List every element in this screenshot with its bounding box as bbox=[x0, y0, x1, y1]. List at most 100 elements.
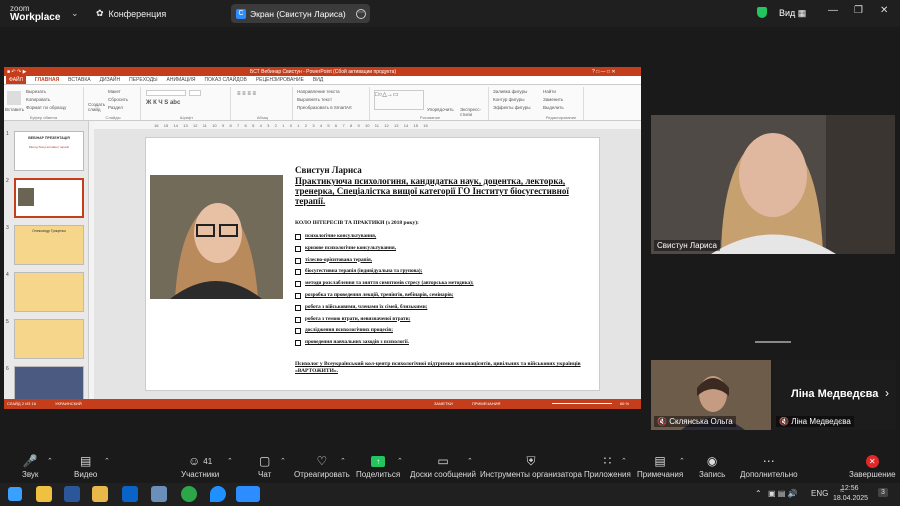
arrange-button[interactable]: Упорядочить bbox=[427, 107, 454, 112]
slide-footer-text: Психолог у Всеукраїнський кол-центр псих… bbox=[295, 361, 581, 374]
paragraph-buttons[interactable]: ≡ ≡ ≡ ≡ bbox=[237, 91, 256, 97]
more-button[interactable]: ⋯ Дополнительно bbox=[740, 452, 798, 479]
view-menu[interactable]: Вид ▦ bbox=[779, 8, 806, 19]
find-button[interactable]: Найти bbox=[543, 89, 556, 94]
shape-outline-button[interactable]: Контур фигуры bbox=[493, 97, 524, 102]
screen-share-indicator[interactable]: C Экран (Свистун Лариса) ⋯ bbox=[231, 4, 370, 23]
chat-button[interactable]: ▢ Чат bbox=[258, 452, 271, 479]
video-caret-icon[interactable]: ⌃ bbox=[104, 457, 110, 465]
zoom-app-icon[interactable] bbox=[236, 486, 260, 502]
text-direction-button[interactable]: Направление текста bbox=[297, 89, 340, 94]
format-painter-button[interactable]: Формат по образцу bbox=[26, 105, 66, 110]
video-button[interactable]: ▤ Видео bbox=[74, 452, 97, 479]
select-button[interactable]: Выделить bbox=[543, 105, 564, 110]
clock-time[interactable]: 12:56 bbox=[841, 485, 859, 492]
slide-thumbnail-2[interactable] bbox=[14, 178, 84, 218]
zoom-slider[interactable] bbox=[552, 403, 612, 404]
audio-button[interactable]: 🎤 Звук bbox=[22, 452, 38, 479]
ppt-menu-file[interactable]: ФАЙЛ bbox=[6, 76, 26, 84]
font-format-buttons[interactable]: Ж К Ч S abc bbox=[146, 100, 180, 106]
participant-video-3[interactable]: Ліна Медведєва › 🔇 Ліна Медведєва bbox=[773, 360, 896, 430]
minimize-icon[interactable]: — bbox=[828, 5, 838, 16]
replace-button[interactable]: Заменить bbox=[543, 97, 563, 102]
paste-button[interactable]: Вставить bbox=[5, 107, 24, 112]
font-size-select[interactable] bbox=[189, 90, 201, 96]
zoom-level[interactable]: 66 % bbox=[620, 401, 629, 406]
more-options-icon[interactable]: ⋯ bbox=[356, 8, 366, 19]
security-shield-icon[interactable] bbox=[757, 7, 767, 18]
ppt-menu-slideshow[interactable]: ПОКАЗ СЛАЙДОВ bbox=[204, 77, 246, 83]
share-caret-icon[interactable]: ⌃ bbox=[397, 457, 403, 465]
audio-caret-icon[interactable]: ⌃ bbox=[47, 457, 53, 465]
share-screen-icon: C bbox=[236, 8, 246, 19]
restore-icon[interactable]: ❐ bbox=[854, 5, 863, 16]
ppt-menu-home[interactable]: ГЛАВНАЯ bbox=[35, 77, 59, 83]
outlook-app-icon[interactable] bbox=[122, 486, 138, 502]
current-slide[interactable]: Свистун Лариса Практикуюча психологиня, … bbox=[145, 137, 600, 391]
ppt-quick-access-icons[interactable]: ■ ↶ ↷ ▶ bbox=[7, 69, 26, 75]
windows-start-icon[interactable] bbox=[8, 487, 22, 501]
tray-chevron-icon[interactable]: ⌃ bbox=[755, 489, 762, 498]
chevron-down-icon[interactable]: ⌄ bbox=[71, 8, 79, 19]
comments-button[interactable]: ПРИМЕЧАНИЯ bbox=[472, 401, 500, 406]
slide-thumbnail-3[interactable]: Олександр Гриценко bbox=[14, 225, 84, 265]
ppt-menu-review[interactable]: РЕЦЕНЗИРОВАНИЕ bbox=[256, 77, 304, 83]
shapes-gallery[interactable]: □○△→▭ bbox=[374, 90, 424, 110]
copilot-app-icon[interactable] bbox=[36, 486, 52, 502]
participant-video-main[interactable]: Свистун Лариса bbox=[651, 115, 895, 254]
new-slide-button[interactable]: Создать слайд bbox=[88, 102, 106, 112]
app-drop-icon[interactable] bbox=[210, 486, 226, 502]
clock-date[interactable]: 18.04.2025 bbox=[833, 495, 868, 502]
apps-caret-icon[interactable]: ⌃ bbox=[621, 457, 627, 465]
participants-button[interactable]: ☺ 41 Участники bbox=[181, 452, 219, 479]
ppt-window-controls[interactable]: ? □ — □ ✕ bbox=[592, 69, 616, 75]
ppt-menu-transitions[interactable]: ПЕРЕХОДЫ bbox=[129, 77, 157, 83]
cut-button[interactable]: Вырезать bbox=[26, 89, 46, 94]
record-button[interactable]: ◉ Запись bbox=[699, 452, 725, 479]
chat-caret-icon[interactable]: ⌃ bbox=[280, 457, 286, 465]
layout-button[interactable]: Макет bbox=[108, 89, 121, 94]
panel-resize-handle[interactable] bbox=[755, 341, 791, 343]
shape-effects-button[interactable]: Эффекты фигуры bbox=[493, 105, 531, 110]
keyboard-language[interactable]: ENG bbox=[811, 489, 828, 498]
whiteboards-caret-icon[interactable]: ⌃ bbox=[467, 457, 473, 465]
participant-video-2[interactable]: 🔇 Склянська Ольга bbox=[651, 360, 771, 430]
paste-icon[interactable] bbox=[7, 91, 21, 105]
chrome-app-icon[interactable] bbox=[181, 486, 197, 502]
participants-caret-icon[interactable]: ⌃ bbox=[227, 457, 233, 465]
participant-photo bbox=[651, 115, 895, 254]
smartart-button[interactable]: Преобразовать в SmartArt bbox=[297, 105, 352, 110]
reset-button[interactable]: Сбросить bbox=[108, 97, 128, 102]
notifications-badge[interactable]: 3 bbox=[878, 488, 888, 497]
slide-thumbnail-1[interactable]: ВЕБІНАР ПРЕЗЕНТАЦІЯ Метод біосугестивної… bbox=[14, 131, 84, 171]
ppt-menu-animation[interactable]: АНИМАЦИЯ bbox=[167, 77, 196, 83]
notes-button[interactable]: ЗАМЕТКИ bbox=[434, 401, 453, 406]
copy-button[interactable]: Копировать bbox=[26, 97, 50, 102]
ruler-tick-label: 16 bbox=[423, 122, 428, 128]
close-icon[interactable]: ✕ bbox=[880, 5, 888, 16]
mail-app-icon[interactable] bbox=[151, 486, 167, 502]
file-explorer-icon[interactable] bbox=[92, 486, 108, 502]
slide-thumbnail-4[interactable] bbox=[14, 272, 84, 312]
notes-button-zoom[interactable]: ▤ Примечания bbox=[637, 452, 683, 479]
ppt-menu-design[interactable]: ДИЗАЙН bbox=[100, 77, 121, 83]
ppt-menu-insert[interactable]: ВСТАВКА bbox=[68, 77, 90, 83]
section-button[interactable]: Раздел bbox=[108, 105, 123, 110]
tray-icons[interactable]: ▣ ▤ 🔊 bbox=[768, 489, 798, 498]
share-screen-button[interactable]: ↑ Поделиться bbox=[356, 452, 400, 479]
conference-menu[interactable]: ✿ Конференция bbox=[96, 8, 166, 19]
ruler-tick-label: 1 bbox=[297, 122, 300, 128]
word-app-icon[interactable] bbox=[64, 486, 80, 502]
slide-thumbnail-5[interactable] bbox=[14, 319, 84, 359]
chevron-right-icon[interactable]: › bbox=[885, 386, 889, 400]
ppt-menu-view[interactable]: ВИД bbox=[313, 77, 323, 83]
end-meeting-button[interactable]: ✕ Завершение bbox=[849, 452, 896, 479]
status-language[interactable]: УКРАИНСКИЙ bbox=[55, 401, 82, 406]
notes-caret-icon[interactable]: ⌃ bbox=[679, 457, 685, 465]
font-name-select[interactable] bbox=[146, 90, 186, 96]
ruler-tick-label: 16 bbox=[154, 122, 159, 128]
host-tools-button[interactable]: ⛨ Инструменты организатора bbox=[480, 452, 582, 480]
shape-fill-button[interactable]: Заливка фигуры bbox=[493, 89, 527, 94]
reactions-caret-icon[interactable]: ⌃ bbox=[340, 457, 346, 465]
align-text-button[interactable]: Выровнять текст bbox=[297, 97, 332, 102]
